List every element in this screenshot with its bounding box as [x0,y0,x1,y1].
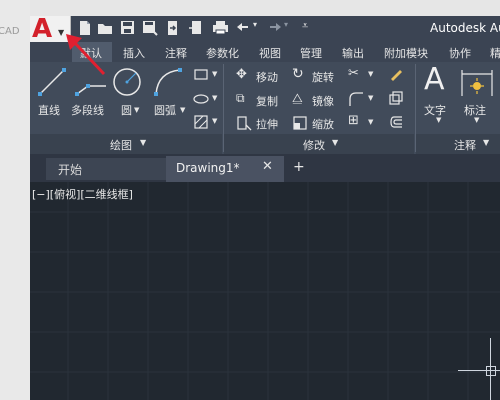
copy-tool-button[interactable]: ⧉ 复制 [236,91,288,109]
mirror-tool-label: 镜像 [312,95,334,108]
copy-tool-label: 复制 [256,95,278,108]
ribbon-tab-addins[interactable]: 附加模块 [384,45,428,61]
copy-icon: ⧉ [236,91,245,105]
chevron-down-icon[interactable]: ▼ [212,117,217,125]
offset-icon[interactable] [388,114,404,130]
save-as-icon[interactable] [142,20,158,36]
rotate-tool-label: 旋转 [312,71,334,84]
rotate-tool-button[interactable]: ↻ 旋转 [292,66,346,85]
redo-dropdown-icon[interactable]: ▾ [284,20,288,29]
ribbon-tab-parametric[interactable]: 参数化 [206,45,239,61]
annotation-panel-label: 注释 [454,139,476,152]
chevron-down-icon: ▼ [436,116,442,124]
ribbon-tab-featured[interactable]: 精 [490,45,500,61]
close-icon[interactable]: ✕ [262,159,273,174]
stretch-tool-label: 拉伸 [256,118,278,131]
array-tool-button[interactable]: ⊞ ▼ [348,113,378,132]
arc-tool-button[interactable]: 圆弧 ▼ [148,64,188,130]
move-tool-button[interactable]: ✥ 移动 [236,67,288,85]
chevron-down-icon[interactable]: ▼ [483,138,489,147]
mirror-icon: ⧋ [292,91,303,105]
circle-icon [113,68,141,96]
share-icon-2[interactable] [188,20,204,36]
modify-panel-label: 修改 [303,139,325,152]
scale-tool-label: 缩放 [312,118,334,131]
fillet-icon [349,92,363,106]
undo-icon[interactable] [236,21,252,34]
panel-divider [415,64,416,152]
chevron-down-icon[interactable]: ▼ [212,70,217,78]
share-icon[interactable] [165,20,180,36]
draw-panel-label: 绘图 [110,139,132,152]
text-tool-button[interactable]: A 文字 ▼ [420,62,456,130]
undo-dropdown-icon[interactable]: ▾ [253,20,257,29]
chevron-down-icon: ▼ [368,70,374,78]
start-tab-label: 开始 [58,163,83,177]
circle-tool-button[interactable]: 圆 ▼ [110,64,144,130]
move-tool-label: 移动 [256,71,278,84]
rectangle-icon[interactable] [193,68,209,82]
move-icon: ✥ [236,67,247,82]
panel-divider [223,64,224,152]
array-icon: ⊞ [348,113,359,128]
line-tool-label: 直线 [38,104,60,117]
text-icon: A [424,62,445,97]
drawing-tab-label: Drawing1* [176,161,240,175]
drawing-canvas[interactable] [30,182,500,400]
ellipse-icon[interactable] [193,92,209,106]
arc-icon [154,68,182,96]
dimension-icon [461,70,493,96]
save-icon[interactable] [120,20,135,35]
customize-quick-access-icon[interactable]: ⩡ [302,19,308,33]
chevron-down-icon: ▼ [134,106,140,114]
hatch-icon[interactable] [193,114,209,130]
chevron-down-icon: ▼ [368,94,374,102]
autocad-logo-icon: A [32,14,53,44]
chevron-down-icon[interactable]: ▼ [332,138,338,147]
ribbon-tab-insert[interactable]: 插入 [123,45,145,61]
background-window [0,0,30,400]
ribbon-tab-manage[interactable]: 管理 [300,45,322,61]
print-icon[interactable] [212,20,229,35]
background-text: CAD [0,26,20,37]
canvas-grid [30,182,500,400]
crosshair-pickbox [486,366,496,376]
text-tool-label: 文字 [424,104,446,117]
mirror-tool-button[interactable]: ⧋ 镜像 [292,91,346,109]
scissors-icon: ✂ [348,66,359,81]
dimension-tool-button[interactable]: 标注 ▼ [458,64,498,130]
chevron-down-icon: ▼ [474,116,480,124]
rotate-icon: ↻ [292,66,304,82]
stretch-icon [237,116,252,131]
explode-icon[interactable] [388,90,404,106]
app-title: Autodesk Au [430,21,500,35]
circle-tool-label: 圆 [121,104,132,117]
scale-tool-button[interactable]: 缩放 [292,114,346,132]
new-tab-button[interactable]: + [293,159,305,175]
chevron-down-icon[interactable]: ▼ [212,94,217,102]
ribbon-tab-collaborate[interactable]: 协作 [449,45,471,61]
polyline-tool-label: 多段线 [71,104,104,117]
viewport-controls[interactable]: [−][俯视][二维线框] [32,186,133,202]
scale-icon [293,116,307,130]
stretch-tool-button[interactable]: 拉伸 [236,114,288,132]
erase-icon[interactable] [388,66,404,82]
ribbon-tab-output[interactable]: 输出 [342,45,364,61]
red-arrow-annotation [66,34,106,76]
trim-tool-button[interactable]: ✂ ▼ [348,66,378,84]
fillet-tool-button[interactable]: ▼ [348,90,378,108]
arc-tool-label: 圆弧 [154,104,176,117]
chevron-down-icon[interactable]: ▼ [140,138,146,147]
chevron-down-icon: ▼ [180,106,186,114]
chevron-down-icon: ▼ [368,118,374,126]
ribbon-tab-annotate[interactable]: 注释 [165,45,187,61]
ribbon-tab-view[interactable]: 视图 [259,45,281,61]
redo-icon[interactable] [266,21,282,34]
